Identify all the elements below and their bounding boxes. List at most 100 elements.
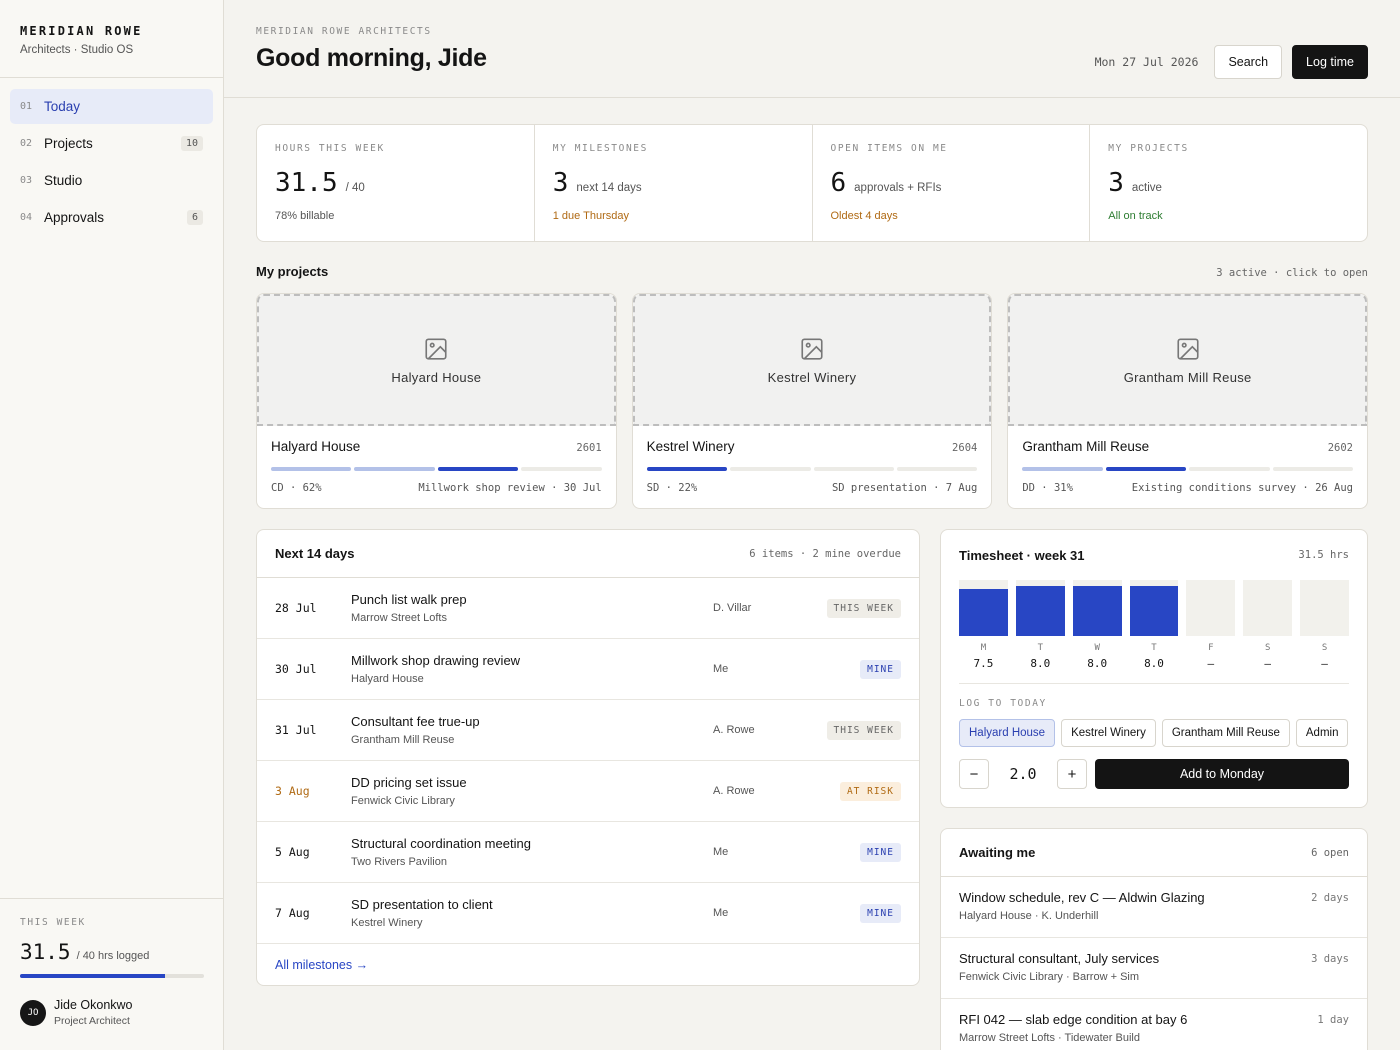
phase-segment [1272,467,1354,471]
phase-segment [521,467,602,471]
milestone-title: Punch list walk prep [351,592,467,607]
stat-value: 31.5 [275,168,338,198]
timesheet-header: Timesheet · week 31 31.5 hrs [959,530,1349,580]
milestone-title: Consultant fee true-up [351,714,480,729]
milestone-row[interactable]: 5 Aug Structural coordination meeting Two … [257,822,919,883]
timesheet-bar-track [1243,580,1293,636]
image-icon [1177,337,1199,360]
milestone-row[interactable]: 31 Jul Consultant fee true-up Grantham Mil… [257,700,919,761]
page-title: Good morning, Jide [256,44,487,72]
approval-title: RFI 042 — slab edge condition at bay 6 [959,1012,1188,1027]
milestone-row[interactable]: 28 Jul Punch list walk prep Marrow Street … [257,578,919,639]
all-milestones-link[interactable]: All milestones → [257,944,919,985]
approval-row[interactable]: Structural consultant, July services Fenw… [941,938,1367,999]
awaiting-panel: Awaiting me 6 open Window schedule, rev … [940,828,1368,1050]
project-image-placeholder: Halyard House [257,294,616,426]
week-progress-fill [20,974,165,978]
milestone-project: Grantham Mill Reuse [351,734,455,746]
decrement-button[interactable]: − [959,759,989,789]
project-card-body: Kestrel Winery 2604 SD · 22% SD presenta… [633,426,992,507]
status-badge: MINE [860,842,901,862]
nav-label: Today [44,99,81,114]
search-button[interactable]: Search [1214,45,1283,79]
timesheet-total: 31.5 hrs [1298,549,1349,561]
project-chip[interactable]: Kestrel Winery [1061,719,1156,747]
project-name: Halyard House [271,439,361,454]
milestone-project: Fenwick Civic Library [351,795,455,807]
approval-row[interactable]: RFI 042 — slab edge condition at bay 6 Ma… [941,999,1367,1050]
log-to-today-label: LOG TO TODAY [959,698,1047,709]
add-to-monday-button[interactable]: Add to Monday [1095,759,1349,789]
brand-subtitle: Architects · Studio OS [20,44,134,56]
timesheet-day-value: 8.0 [1087,657,1108,670]
milestone-tag-wrap: MINE [823,903,901,923]
sidebar-item-approvals[interactable]: 04 Approvals 6 [10,200,213,235]
project-phase: SD · 22% [646,482,698,494]
week-hours-suffix: / 40 hrs logged [76,950,150,962]
awaiting-title: Awaiting me [959,845,1036,860]
milestone-info: Punch list walk prep Marrow Street Lofts [351,592,713,624]
awaiting-list: Window schedule, rev C — Aldwin Glazing H… [941,877,1367,1050]
sidebar-item-today[interactable]: 01 Today [10,89,213,124]
milestone-tag-wrap: AT RISK [823,781,901,801]
project-card-footer: CD · 62% Millwork shop review · 30 Jul [271,482,602,494]
project-chip[interactable]: Halyard House [959,719,1056,747]
divider [959,683,1349,684]
project-card-halyard-house[interactable]: Halyard House Halyard House 2601 CD · 62… [256,293,617,509]
timesheet-day-values: 7.5 8.0 8.0 8.0 — — — [959,653,1349,670]
milestone-row[interactable]: 30 Jul Millwork shop drawing review Halyar… [257,639,919,700]
projects-section-title: My projects [256,264,329,279]
project-chips: Halyard House Kestrel Winery Grantham Mill… [959,719,1349,747]
sidebar-item-studio[interactable]: 03 Studio [10,163,213,198]
projects-section-meta: 3 active · click to open [1216,267,1368,279]
week-summary: THIS WEEK 31.5 / 40 hrs logged JO Jide O… [0,898,224,1050]
stat-value: 3 [552,168,569,198]
timesheet-day-label: S [1265,643,1271,653]
user-profile[interactable]: JO Jide Okonkwo Project Architect [20,998,204,1027]
week-hours-value: 31.5 [20,940,71,964]
increment-button[interactable]: + [1057,759,1087,789]
nav-label: Approvals [44,210,105,225]
timesheet-day-value: — [1207,657,1215,670]
nav-label: Projects [44,136,93,151]
stat-note: All on track [1108,210,1163,222]
timesheet-bar [1015,586,1065,636]
phase-segment [813,467,894,471]
timesheet-day-label: T [1151,643,1157,653]
milestones-meta: 6 items · 2 mine overdue [749,547,901,560]
nav-number: 04 [20,212,33,223]
hours-value[interactable]: 2.0 [989,765,1057,783]
milestone-owner: Me [713,846,729,858]
timesheet-bars [959,580,1350,636]
timesheet-panel: Timesheet · week 31 31.5 hrs M T W T F S S 7.5… [940,529,1368,808]
timesheet-bar-track [1072,580,1122,636]
project-image-label: Grantham Mill Reuse [1123,369,1252,385]
project-chip[interactable]: Admin [1295,719,1349,747]
log-time-button[interactable]: Log time [1292,45,1368,79]
stat-line: 3 active [1108,168,1349,198]
brand: MERIDIAN ROWE Architects · Studio OS [0,0,223,78]
count-badge: 6 [186,210,203,225]
milestone-row[interactable]: 7 Aug SD presentation to client Kestrel Wi… [257,883,919,944]
stat-unit: active [1131,182,1162,194]
approval-age: 3 days [1311,953,1349,965]
project-code: 2602 [1327,442,1354,454]
approval-row[interactable]: Window schedule, rev C — Aldwin Glazing H… [941,877,1367,938]
phase-progress [271,467,602,471]
project-chip[interactable]: Grantham Mill Reuse [1161,719,1290,747]
week-hours: 31.5 / 40 hrs logged [20,940,204,964]
brand-name: MERIDIAN ROWE [20,24,143,38]
timesheet-day-value: 7.5 [973,657,994,670]
project-card-grantham-mill-reuse[interactable]: Grantham Mill Reuse Grantham Mill Reuse … [1007,293,1369,509]
stats-strip: HOURS THIS WEEK 31.5 / 40 78% billable M… [256,124,1368,242]
project-card-kestrel-winery[interactable]: Kestrel Winery Kestrel Winery 2604 SD · … [631,293,993,509]
project-name: Kestrel Winery [646,439,735,454]
approval-info: RFI 042 — slab edge condition at bay 6 Ma… [959,1012,1187,1046]
milestone-info: Consultant fee true-up Grantham Mill Reus… [351,714,713,746]
milestone-title: Millwork shop drawing review [351,653,521,668]
timesheet-bar-track [1186,580,1236,636]
stat-unit: approvals + RFIs [854,182,942,194]
sidebar-item-projects[interactable]: 02 Projects 10 [10,126,213,161]
project-code: 2604 [952,442,978,454]
milestone-row[interactable]: 3 Aug DD pricing set issue Fenwick Civic L… [257,761,919,822]
